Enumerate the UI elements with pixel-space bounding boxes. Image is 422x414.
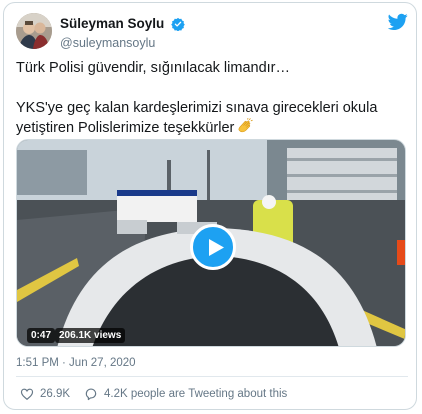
tweet-timestamp[interactable]: 1:51 PM · Jun 27, 2020 <box>16 357 136 369</box>
avatar[interactable] <box>16 13 52 49</box>
video-duration-badge: 0:47 <box>27 328 56 343</box>
video-views-badge: 206.1K views <box>55 328 126 343</box>
avatar-photo <box>16 13 52 49</box>
tweet-card[interactable]: Süleyman Soylu @suleymansoylu Türk Polis… <box>3 2 417 410</box>
twitter-bird-icon[interactable] <box>388 13 408 31</box>
author-block[interactable]: Süleyman Soylu @suleymansoylu <box>60 15 185 50</box>
tweet-text-body: YKS'ye geç kalan kardeşlerimizi sınava g… <box>16 100 378 136</box>
speech-bubble-icon <box>85 388 97 401</box>
tweet-text-line2: YKS'ye geç kalan kardeşlerimizi sınava g… <box>16 99 408 138</box>
play-button[interactable] <box>190 224 236 270</box>
tweet-text-line1: Türk Polisi güvendir, sığınılacak limand… <box>16 60 290 76</box>
talking-count-text: 4.2K people are Tweeting about this <box>104 388 288 400</box>
like-count: 26.9K <box>40 388 71 400</box>
video-player[interactable]: 0:47 206.1K views <box>16 139 406 347</box>
verified-badge-icon <box>170 17 185 31</box>
display-name[interactable]: Süleyman Soylu <box>60 16 164 31</box>
clapping-hands-icon <box>238 118 254 133</box>
author-handle[interactable]: @suleymansoylu <box>60 36 185 50</box>
tweet-header: Süleyman Soylu @suleymansoylu <box>16 13 408 53</box>
heart-icon <box>20 388 34 401</box>
talking-about-link[interactable]: 4.2K people are Tweeting about this <box>84 384 354 404</box>
play-icon <box>209 239 224 256</box>
like-button[interactable]: 26.9K <box>20 384 78 404</box>
divider <box>16 376 408 377</box>
